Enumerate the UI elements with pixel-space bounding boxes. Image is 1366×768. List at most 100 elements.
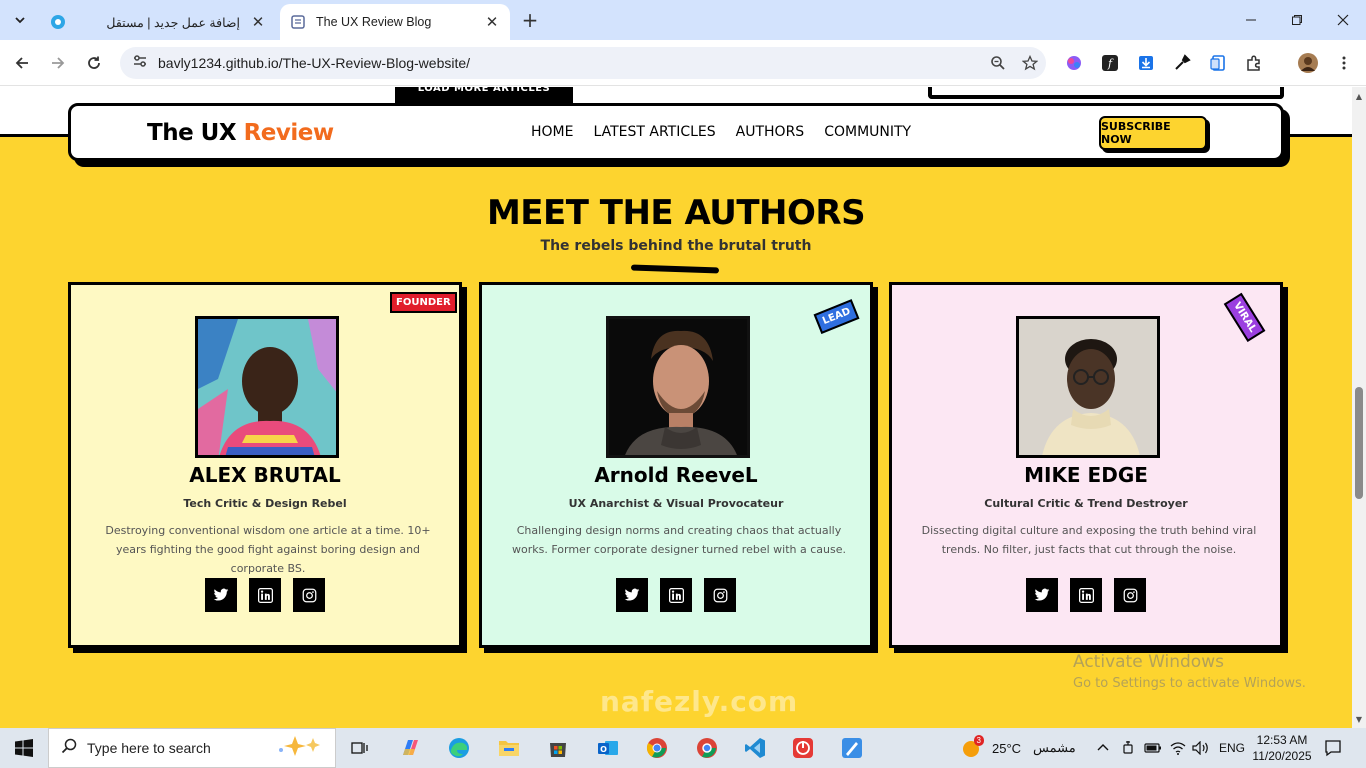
paint-app-icon[interactable]	[838, 734, 866, 762]
author-photo	[606, 316, 750, 458]
close-tab-icon[interactable]: ✕	[248, 12, 268, 32]
battery-icon[interactable]	[1144, 728, 1162, 768]
vscode-icon[interactable]	[741, 734, 769, 762]
tab-ux-review[interactable]: The UX Review Blog ✕	[280, 4, 510, 40]
profile-avatar[interactable]	[1298, 53, 1318, 73]
weather-widget[interactable]: 3 25°C مشمس	[960, 728, 1076, 768]
windows-activation-watermark: Activate Windows Go to Settings to activ…	[1073, 652, 1306, 691]
back-button[interactable]	[8, 49, 36, 77]
forward-button[interactable]	[44, 49, 72, 77]
arrow-left-icon	[15, 57, 28, 69]
taskbar-clock[interactable]: 12:53 AM 11/20/2025	[1250, 732, 1314, 764]
windows-logo-icon	[15, 739, 33, 757]
copilot-app-icon[interactable]	[396, 734, 424, 762]
wifi-icon[interactable]	[1170, 728, 1186, 768]
chrome-icon[interactable]	[643, 734, 671, 762]
author-card-mike: VIRAL MIKE EDGE Cultural Critic & Trend …	[889, 282, 1283, 648]
nav-home[interactable]: HOME	[531, 124, 573, 140]
svg-text:O: O	[600, 745, 607, 754]
nav-community[interactable]: COMMUNITY	[824, 124, 911, 140]
clock-time: 12:53 AM	[1256, 733, 1308, 747]
edge-browser-icon[interactable]	[445, 734, 473, 762]
new-tab-button[interactable]: +	[518, 8, 542, 32]
font-extension-icon[interactable]: f	[1100, 53, 1120, 73]
address-bar[interactable]: bavly1234.github.io/The-UX-Review-Blog-w…	[120, 47, 1046, 79]
task-view-icon[interactable]	[346, 734, 374, 762]
search-placeholder: Type here to search	[87, 740, 211, 756]
nav-authors[interactable]: AUTHORS	[736, 124, 805, 140]
minimize-button[interactable]	[1228, 0, 1274, 40]
restore-button[interactable]	[1274, 0, 1320, 40]
power-app-icon[interactable]	[789, 734, 817, 762]
scroll-up-icon[interactable]: ▲	[1352, 89, 1366, 103]
clipboard-extension-icon[interactable]	[1208, 53, 1228, 73]
section-title: MEET THE AUTHORS	[486, 193, 866, 233]
author-portrait-image	[1019, 319, 1157, 455]
section-subtitle: The rebels behind the brutal truth	[540, 238, 812, 254]
notifications-button[interactable]	[1324, 728, 1342, 768]
linkedin-button[interactable]	[660, 578, 692, 612]
nav-latest-articles[interactable]: LATEST ARTICLES	[593, 124, 715, 140]
page-favicon-icon	[291, 15, 305, 29]
tray-overflow-button[interactable]	[1096, 728, 1110, 768]
weather-sun-icon: 3	[960, 735, 984, 759]
twitter-button[interactable]	[616, 578, 648, 612]
chrome-profile-icon[interactable]	[693, 734, 721, 762]
site-logo[interactable]: The UX Review	[147, 120, 334, 146]
usb-icon[interactable]	[1120, 728, 1136, 768]
twitter-icon	[1034, 588, 1050, 601]
author-socials	[482, 578, 870, 612]
scroll-down-icon[interactable]: ▼	[1352, 712, 1366, 726]
load-more-button[interactable]: LOAD MORE ARTICLES	[395, 87, 573, 103]
minimize-icon	[1246, 19, 1256, 21]
instagram-button[interactable]	[1114, 578, 1146, 612]
logo-part-2: Review	[243, 120, 335, 146]
tab-mostaql[interactable]: إضافة عمل جديد | مستقل ✕	[40, 4, 276, 40]
zoom-icon[interactable]	[982, 55, 1014, 71]
sidebar-frame	[928, 87, 1284, 99]
close-tab-icon[interactable]: ✕	[482, 12, 502, 32]
author-photo	[1016, 316, 1160, 458]
extensions-puzzle-icon[interactable]	[1244, 53, 1264, 73]
author-photo	[195, 316, 339, 458]
menu-kebab-icon[interactable]	[1334, 53, 1354, 73]
close-icon	[1337, 14, 1349, 26]
logo-part-1: The UX	[147, 120, 244, 146]
author-card-alex: FOUNDER ALEX BRUTAL Tech Critic & Design…	[68, 282, 462, 648]
twitter-button[interactable]	[1026, 578, 1058, 612]
file-explorer-icon[interactable]	[495, 734, 523, 762]
download-extension-icon[interactable]	[1136, 53, 1156, 73]
author-portrait-image	[609, 319, 747, 455]
instagram-button[interactable]	[293, 578, 325, 612]
overlay-brand-watermark: nafezly.com	[600, 685, 799, 718]
author-portrait-image	[198, 319, 336, 455]
linkedin-button[interactable]	[1070, 578, 1102, 612]
taskbar-search[interactable]: Type here to search	[48, 728, 336, 768]
scrollbar-thumb[interactable]	[1355, 387, 1363, 499]
outlook-icon[interactable]: O	[594, 734, 622, 762]
language-indicator[interactable]: ENG	[1219, 728, 1245, 768]
twitter-button[interactable]	[205, 578, 237, 612]
title-underline	[630, 264, 720, 274]
tab-search-button[interactable]	[6, 6, 34, 34]
author-badge: VIRAL	[1223, 292, 1266, 343]
subscribe-button[interactable]: SUBSCRIBE NOW	[1099, 116, 1207, 150]
bookmark-star-icon[interactable]	[1014, 55, 1046, 71]
instagram-icon	[713, 588, 727, 602]
color-picker-extension-icon[interactable]	[1172, 53, 1192, 73]
microsoft-store-icon[interactable]	[544, 734, 572, 762]
author-role: Cultural Critic & Trend Destroyer	[984, 497, 1188, 510]
volume-icon[interactable]	[1192, 728, 1210, 768]
author-name: ALEX BRUTAL	[189, 463, 341, 487]
tab-title: The UX Review Blog	[316, 15, 432, 29]
tab-title: إضافة عمل جديد | مستقل	[106, 15, 240, 30]
page-scrollbar[interactable]: ▲ ▼	[1352, 87, 1366, 728]
gemini-extension-icon[interactable]	[1064, 53, 1084, 73]
site-settings-icon[interactable]	[132, 53, 150, 73]
linkedin-button[interactable]	[249, 578, 281, 612]
start-button[interactable]	[0, 728, 48, 768]
author-bio: Destroying conventional wisdom one artic…	[105, 524, 431, 575]
instagram-button[interactable]	[704, 578, 736, 612]
reload-button[interactable]	[80, 49, 108, 77]
close-window-button[interactable]	[1320, 0, 1366, 40]
